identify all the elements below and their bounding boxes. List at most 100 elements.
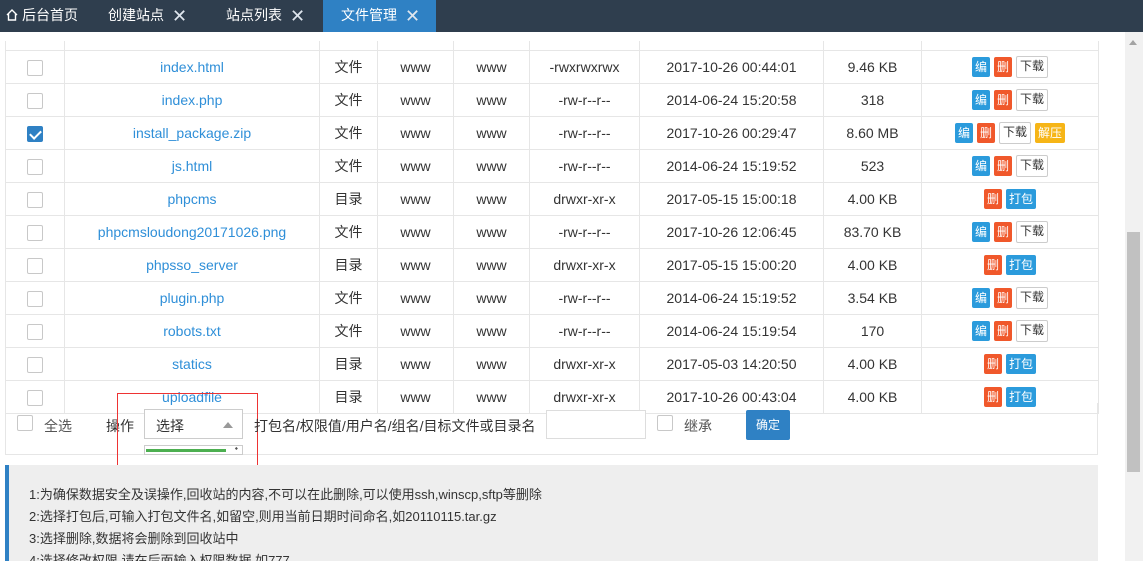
filename-link[interactable]: index.html xyxy=(160,59,224,75)
file-size: 8.60 MB xyxy=(823,116,922,150)
tab-home[interactable]: 后台首页 xyxy=(0,0,94,32)
delete-button[interactable]: 删 xyxy=(993,57,1012,77)
close-icon[interactable]: ✕ xyxy=(172,7,187,25)
scrollbar-thumb[interactable] xyxy=(1127,232,1140,472)
close-icon[interactable]: ✕ xyxy=(290,7,305,25)
delete-button[interactable]: 删 xyxy=(976,123,995,143)
download-button[interactable]: 下载 xyxy=(1016,155,1049,177)
permissions[interactable]: -rw-r--r-- xyxy=(529,215,640,249)
permissions[interactable]: -rw-r--r-- xyxy=(529,314,640,348)
confirm-button[interactable]: 确定 xyxy=(746,410,790,440)
close-icon[interactable]: ✕ xyxy=(405,7,420,25)
checkbox-cell xyxy=(5,215,65,249)
permissions[interactable]: -rw-r--r-- xyxy=(529,281,640,315)
filename-link[interactable]: phpsso_server xyxy=(146,257,238,273)
row-checkbox[interactable] xyxy=(27,158,43,175)
group: www xyxy=(453,83,530,117)
edit-button[interactable]: 编 xyxy=(971,156,990,176)
delete-button[interactable]: 删 xyxy=(983,255,1002,275)
inherit-checkbox[interactable] xyxy=(657,415,673,431)
row-checkbox[interactable] xyxy=(27,191,43,208)
delete-button[interactable]: 删 xyxy=(993,222,1012,242)
actions-cell: 删打包 xyxy=(921,248,1099,282)
tab-file-manager[interactable]: 文件管理 ✕ xyxy=(323,0,436,32)
permissions[interactable]: -rw-r--r-- xyxy=(529,116,640,150)
owner: www xyxy=(377,347,454,381)
param-input[interactable] xyxy=(546,410,646,439)
file-type[interactable]: 目录 xyxy=(319,347,378,381)
group: www xyxy=(453,314,530,348)
tab-site-list[interactable]: 站点列表 ✕ xyxy=(212,0,322,32)
download-button[interactable]: 下载 xyxy=(1016,287,1049,309)
delete-button[interactable]: 删 xyxy=(993,321,1012,341)
pack-button[interactable]: 打包 xyxy=(1006,189,1037,209)
row-checkbox[interactable] xyxy=(27,92,43,109)
filename-cell: phpcmsloudong20171026.png xyxy=(64,215,320,249)
permissions[interactable]: -rw-r--r-- xyxy=(529,83,640,117)
delete-button[interactable]: 删 xyxy=(983,189,1002,209)
checkbox-cell xyxy=(5,116,65,150)
note-4: 4:选择修改权限,请在后面输入权限数据,如777 xyxy=(29,553,290,561)
permissions[interactable]: drwxr-xr-x xyxy=(529,347,640,381)
file-table: index.html 文件 www www -rwxrwxrwx 2017-10-26 0… xyxy=(5,41,1099,414)
permissions[interactable]: -rwxrwxrwx xyxy=(529,50,640,84)
row-checkbox[interactable] xyxy=(27,224,43,241)
delete-button[interactable]: 删 xyxy=(993,156,1012,176)
owner: www xyxy=(377,182,454,216)
vertical-scrollbar[interactable] xyxy=(1125,32,1143,561)
file-type[interactable]: 目录 xyxy=(319,182,378,216)
filename-link[interactable]: robots.txt xyxy=(163,323,221,339)
download-button[interactable]: 下载 xyxy=(1016,89,1049,111)
tab-home-label: 后台首页 xyxy=(22,7,78,23)
download-button[interactable]: 下载 xyxy=(1016,320,1049,342)
download-button[interactable]: 下载 xyxy=(1016,56,1049,78)
filename-link[interactable]: statics xyxy=(172,356,212,372)
file-type[interactable]: 目录 xyxy=(319,248,378,282)
filename-link[interactable]: phpcmsloudong20171026.png xyxy=(98,224,286,240)
pack-button[interactable]: 打包 xyxy=(1006,354,1037,374)
edit-button[interactable]: 编 xyxy=(954,123,973,143)
filename-link[interactable]: js.html xyxy=(172,158,212,174)
filename-link[interactable]: phpcms xyxy=(167,191,216,207)
owner: www xyxy=(377,248,454,282)
edit-button[interactable]: 编 xyxy=(971,222,990,242)
actions-cell: 编删下载 解压 xyxy=(921,116,1099,150)
select-all-checkbox[interactable] xyxy=(17,415,33,431)
table-cell xyxy=(823,41,922,51)
delete-button[interactable]: 删 xyxy=(993,90,1012,110)
permissions[interactable]: drwxr-xr-x xyxy=(529,248,640,282)
select-all-label: 全选 xyxy=(44,418,72,434)
download-button[interactable]: 下载 xyxy=(1016,221,1049,243)
tab-create-site[interactable]: 创建站点 ✕ xyxy=(96,0,208,32)
modified-time: 2014-06-24 15:19:54 xyxy=(639,314,824,348)
row-checkbox[interactable] xyxy=(27,59,43,76)
edit-button[interactable]: 编 xyxy=(971,90,990,110)
row-checkbox[interactable] xyxy=(27,290,43,307)
unzip-button[interactable]: 解压 xyxy=(1035,123,1066,143)
file-size: 9.46 KB xyxy=(823,50,922,84)
filename-link[interactable]: plugin.php xyxy=(160,290,225,306)
pack-button[interactable]: 打包 xyxy=(1006,255,1037,275)
edit-button[interactable]: 编 xyxy=(971,288,990,308)
modified-time: 2017-10-26 00:29:47 xyxy=(639,116,824,150)
file-size: 4.00 KB xyxy=(823,182,922,216)
row-checkbox[interactable] xyxy=(27,356,43,373)
permissions[interactable]: -rw-r--r-- xyxy=(529,149,640,183)
row-checkbox[interactable] xyxy=(27,257,43,274)
actions-cell: 删打包 xyxy=(921,347,1099,381)
delete-button[interactable]: 删 xyxy=(983,354,1002,374)
edit-button[interactable]: 编 xyxy=(971,321,990,341)
scroll-up-icon[interactable] xyxy=(1129,40,1137,45)
group: www xyxy=(453,215,530,249)
param-hint-label: 打包名/权限值/用户名/组名/目标文件或目录名 xyxy=(254,418,536,434)
table-row: phpcmsloudong20171026.png 文件 www www -rw-r--… xyxy=(5,215,1099,249)
filename-link[interactable]: install_package.zip xyxy=(133,125,251,141)
delete-button[interactable]: 删 xyxy=(993,288,1012,308)
filename-link[interactable]: index.php xyxy=(162,92,223,108)
edit-button[interactable]: 编 xyxy=(971,57,990,77)
download-button[interactable]: 下载 xyxy=(999,122,1032,144)
table-row: install_package.zip 文件 www www -rw-r--r-- 201… xyxy=(5,116,1099,150)
permissions[interactable]: drwxr-xr-x xyxy=(529,182,640,216)
row-checkbox[interactable] xyxy=(27,125,43,142)
row-checkbox[interactable] xyxy=(27,323,43,340)
